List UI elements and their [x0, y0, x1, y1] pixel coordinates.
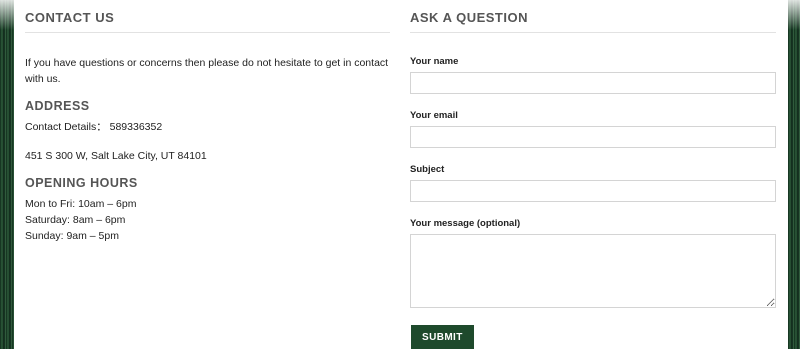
hours-sunday: Sunday: 9am – 5pm [25, 230, 119, 242]
contact-us-section: CONTACT US If you have questions or conc… [25, 0, 390, 244]
hours-weekdays: Mon to Fri: 10am – 6pm [25, 198, 137, 210]
subject-label: Subject [410, 164, 445, 175]
message-textarea[interactable] [410, 234, 776, 308]
street-address: 451 S 300 W, Salt Lake City, UT 84101 [25, 150, 207, 162]
question-form: Your name Your email Subject Your messag… [410, 56, 776, 349]
name-field[interactable] [410, 72, 776, 94]
hours-saturday: Saturday: 8am – 6pm [25, 214, 126, 226]
submit-button[interactable]: SUBMIT [411, 325, 474, 349]
contact-details: Contact Details： 589336352 [25, 121, 163, 133]
ask-question-title: ASK A QUESTION [410, 10, 528, 25]
email-field[interactable] [410, 126, 776, 148]
message-label: Your message (optional) [410, 218, 521, 229]
email-label: Your email [410, 110, 458, 121]
title-divider [25, 32, 390, 33]
contact-intro-text: If you have questions or concerns then p… [25, 57, 389, 85]
title-divider [410, 32, 776, 33]
address-heading: ADDRESS [25, 99, 90, 113]
opening-hours-heading: OPENING HOURS [25, 176, 138, 190]
content-panel: CONTACT US If you have questions or conc… [14, 0, 788, 349]
name-label: Your name [410, 56, 459, 67]
contact-us-title: CONTACT US [25, 10, 115, 25]
ask-question-section: ASK A QUESTION Your name Your email Subj… [410, 0, 776, 349]
background-image-left [0, 0, 14, 349]
background-image-right [788, 0, 800, 349]
subject-field[interactable] [410, 180, 776, 202]
